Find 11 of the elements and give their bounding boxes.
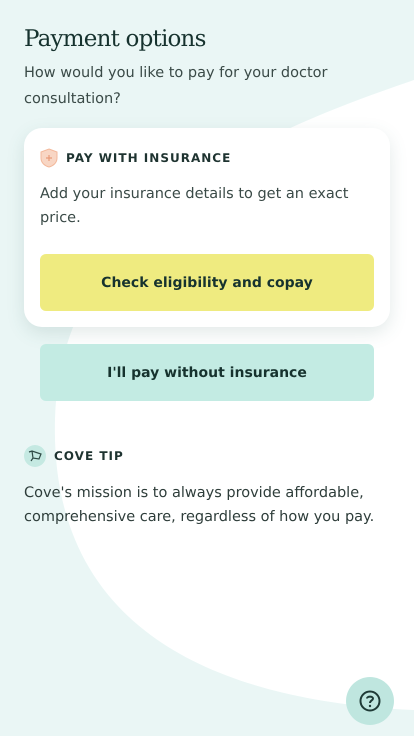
shield-icon — [40, 148, 58, 168]
tip-text: Cove's mission is to always provide affordable, comprehensive care, regardless of how you pay. — [24, 484, 376, 527]
check-eligibility-button[interactable]: Check eligibility and copay — [40, 254, 374, 311]
pay-without-insurance-button[interactable]: I'll pay without insurance — [40, 344, 374, 401]
tip-label: COVE TIP — [54, 449, 124, 463]
card-description: Add your insurance details to get an exact price. — [40, 185, 350, 228]
card-label: PAY WITH INSURANCE — [66, 151, 232, 165]
page-subtitle: How would you like to pay for your doctor consultation? — [24, 64, 328, 109]
help-icon — [359, 690, 381, 712]
page-title: Payment options — [24, 26, 207, 52]
help-button[interactable] — [346, 677, 394, 725]
